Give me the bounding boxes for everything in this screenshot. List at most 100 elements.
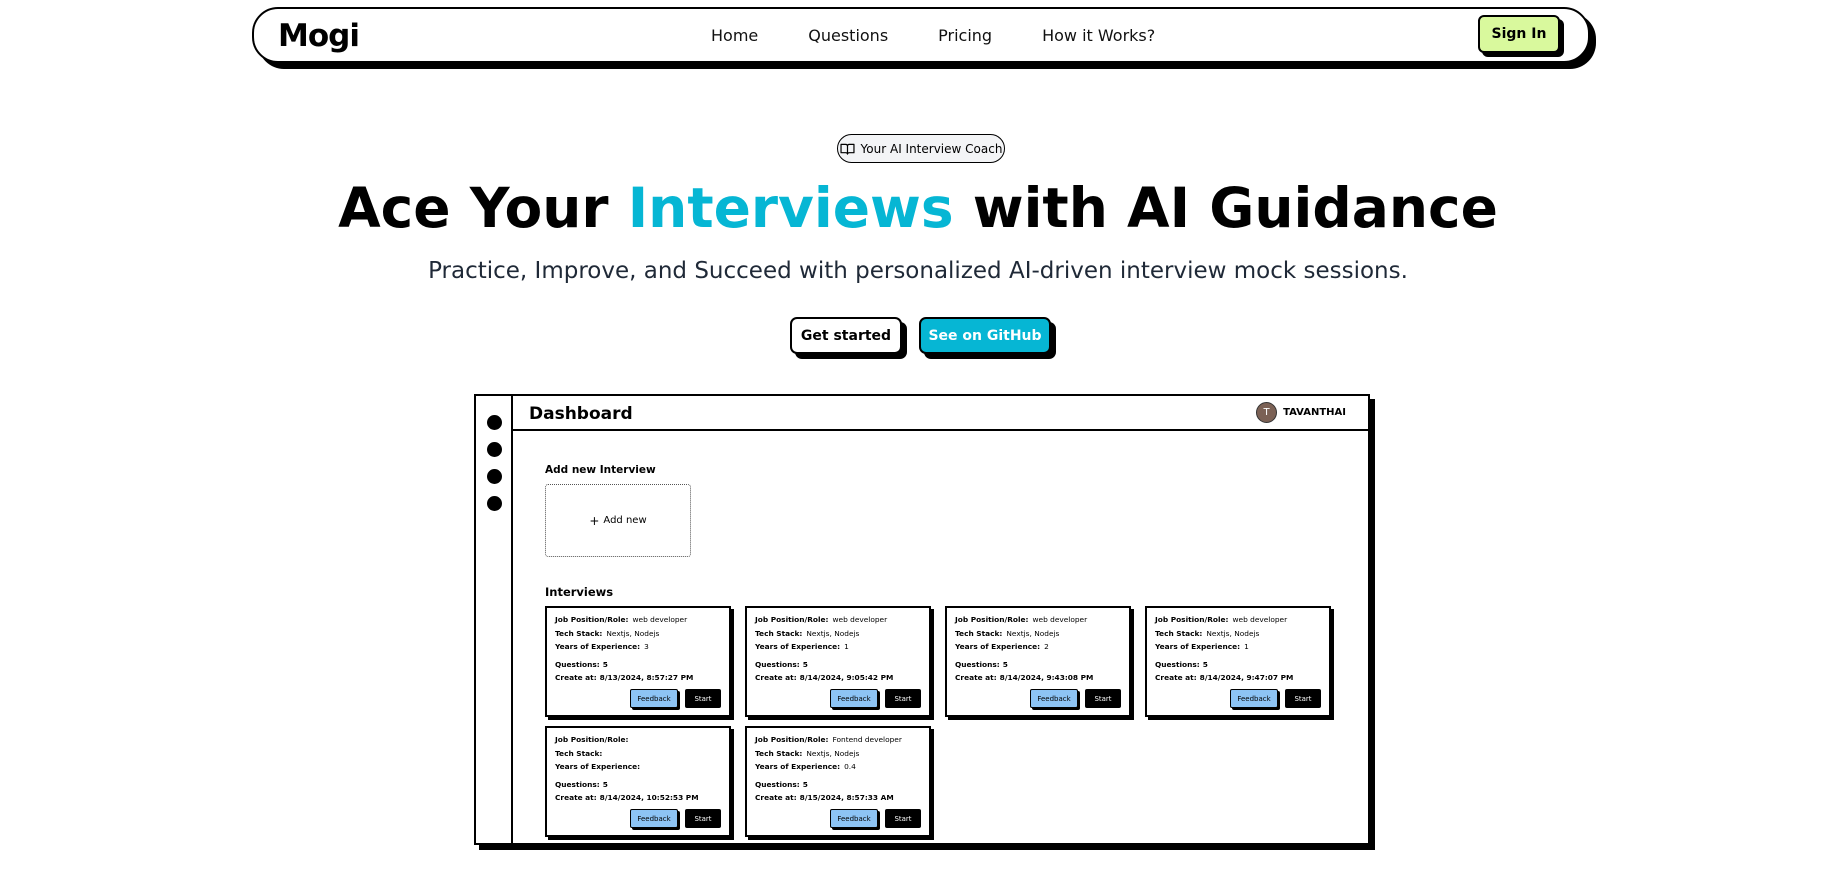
card-actions: Feedback Start xyxy=(1230,689,1321,708)
card-stack-row: Tech Stack: Nextjs, Nodejs xyxy=(755,627,921,641)
add-new-button[interactable]: + Add new xyxy=(545,484,691,557)
hero-subtitle: Practice, Improve, and Succeed with pers… xyxy=(428,258,1408,284)
card-created-label: Create at: xyxy=(555,793,597,802)
card-years-value: 0.4 xyxy=(844,762,856,771)
card-stack-label: Tech Stack: xyxy=(555,628,603,638)
card-stack-value: Nextjs, Nodejs xyxy=(1206,628,1260,638)
card-questions-row: Questions: 5 xyxy=(955,658,1121,672)
feedback-button[interactable]: Feedback xyxy=(830,809,878,828)
hero-badge-text: Your AI Interview Coach xyxy=(860,141,1003,156)
hero-badge: Your AI Interview Coach xyxy=(837,134,1005,163)
nav-link-pricing[interactable]: Pricing xyxy=(938,26,992,45)
feedback-button[interactable]: Feedback xyxy=(630,689,678,708)
nav-link-questions[interactable]: Questions xyxy=(808,26,888,45)
card-questions-label: Questions: xyxy=(755,659,800,669)
brand-logo[interactable]: Mogi xyxy=(278,18,360,54)
start-button[interactable]: Start xyxy=(885,689,921,708)
card-actions: Feedback Start xyxy=(630,809,721,828)
interview-card: Job Position/Role: web developer Tech Stac… xyxy=(1145,606,1331,717)
sidebar-dot-icon[interactable] xyxy=(487,442,502,457)
card-actions: Feedback Start xyxy=(830,689,921,708)
card-role-value: web developer xyxy=(832,615,888,624)
card-role-value: Fontend developer xyxy=(832,735,902,744)
card-years-value: 3 xyxy=(644,642,649,651)
card-role-row: Job Position/Role: xyxy=(555,733,721,747)
interview-card: Job Position/Role: web developer Tech Stac… xyxy=(945,606,1131,717)
card-years-row: Years of Experience: 3 xyxy=(555,640,721,654)
card-actions: Feedback Start xyxy=(830,809,921,828)
card-years-value: 1 xyxy=(1244,642,1249,651)
card-role-row: Job Position/Role: Fontend developer xyxy=(755,733,921,747)
navbar: Mogi Home Questions Pricing How it Works… xyxy=(252,7,1590,63)
interview-card: Job Position/Role: web developer Tech Stac… xyxy=(745,606,931,717)
card-years-value: 1 xyxy=(844,642,849,651)
card-role-value: web developer xyxy=(1032,615,1088,624)
card-stack-value: Nextjs, Nodejs xyxy=(606,628,660,638)
card-role-label: Job Position/Role: xyxy=(755,735,829,744)
card-created-row: Create at: 8/13/2024, 8:57:27 PM xyxy=(555,671,721,685)
github-button[interactable]: See on GitHub xyxy=(919,317,1051,354)
card-role-label: Job Position/Role: xyxy=(755,615,829,624)
card-created-row: Create at: 8/14/2024, 9:05:42 PM xyxy=(755,671,921,685)
card-questions-value: 5 xyxy=(802,659,808,669)
feedback-button[interactable]: Feedback xyxy=(630,809,678,828)
nav-link-how-it-works[interactable]: How it Works? xyxy=(1042,26,1155,45)
card-created-value: 8/13/2024, 8:57:27 PM xyxy=(599,673,694,682)
avatar[interactable]: T xyxy=(1256,402,1278,423)
start-button[interactable]: Start xyxy=(885,809,921,828)
card-stack-label: Tech Stack: xyxy=(755,748,803,758)
sign-in-button[interactable]: Sign In xyxy=(1478,15,1560,53)
sidebar-dot-icon[interactable] xyxy=(487,469,502,484)
card-questions-row: Questions: 5 xyxy=(1155,658,1321,672)
card-created-row: Create at: 8/14/2024, 10:52:53 PM xyxy=(555,791,721,805)
card-created-label: Create at: xyxy=(955,673,997,682)
dashboard-preview: Dashboard T TAVANTHAI Add new Interview … xyxy=(474,394,1370,845)
card-role-label: Job Position/Role: xyxy=(1155,615,1229,624)
card-questions-value: 5 xyxy=(602,779,608,789)
card-created-value: 8/14/2024, 9:43:08 PM xyxy=(999,673,1094,682)
hero-title-pre: Ace Your xyxy=(338,176,628,240)
start-button[interactable]: Start xyxy=(1085,689,1121,708)
user-name: TAVANTHAI xyxy=(1283,407,1346,418)
card-stack-row: Tech Stack: xyxy=(555,747,721,761)
get-started-button[interactable]: Get started xyxy=(790,317,902,354)
card-created-label: Create at: xyxy=(555,673,597,682)
sidebar-dot-icon[interactable] xyxy=(487,496,502,511)
card-created-value: 8/15/2024, 8:57:33 AM xyxy=(799,793,894,802)
hero-title-accent: Interviews xyxy=(627,176,954,240)
start-button[interactable]: Start xyxy=(1285,689,1321,708)
card-years-label: Years of Experience: xyxy=(755,762,841,771)
start-button[interactable]: Start xyxy=(685,689,721,708)
start-button[interactable]: Start xyxy=(685,809,721,828)
card-stack-label: Tech Stack: xyxy=(955,628,1003,638)
card-questions-value: 5 xyxy=(1002,659,1008,669)
card-stack-row: Tech Stack: Nextjs, Nodejs xyxy=(755,747,921,761)
card-years-value: 2 xyxy=(1044,642,1049,651)
card-role-row: Job Position/Role: web developer xyxy=(755,613,921,627)
card-years-label: Years of Experience: xyxy=(755,642,841,651)
feedback-button[interactable]: Feedback xyxy=(1230,689,1278,708)
card-created-row: Create at: 8/15/2024, 8:57:33 AM xyxy=(755,791,921,805)
card-questions-row: Questions: 5 xyxy=(555,778,721,792)
user-menu[interactable]: T TAVANTHAI xyxy=(1256,402,1346,423)
card-actions: Feedback Start xyxy=(1030,689,1121,708)
nav-link-home[interactable]: Home xyxy=(711,26,758,45)
card-role-row: Job Position/Role: web developer xyxy=(1155,613,1321,627)
card-created-label: Create at: xyxy=(755,793,797,802)
card-stack-row: Tech Stack: Nextjs, Nodejs xyxy=(555,627,721,641)
interview-card: Job Position/Role: Fontend developer Tech … xyxy=(745,726,931,837)
card-role-label: Job Position/Role: xyxy=(555,615,629,624)
card-questions-row: Questions: 5 xyxy=(755,778,921,792)
feedback-button[interactable]: Feedback xyxy=(830,689,878,708)
card-questions-row: Questions: 5 xyxy=(555,658,721,672)
card-stack-row: Tech Stack: Nextjs, Nodejs xyxy=(1155,627,1321,641)
card-role-value: web developer xyxy=(1232,615,1288,624)
card-actions: Feedback Start xyxy=(630,689,721,708)
sidebar-dot-icon[interactable] xyxy=(487,415,502,430)
card-role-value: web developer xyxy=(632,615,688,624)
card-role-label: Job Position/Role: xyxy=(555,735,629,744)
card-questions-label: Questions: xyxy=(955,659,1000,669)
feedback-button[interactable]: Feedback xyxy=(1030,689,1078,708)
card-years-label: Years of Experience: xyxy=(1155,642,1241,651)
card-questions-row: Questions: 5 xyxy=(755,658,921,672)
